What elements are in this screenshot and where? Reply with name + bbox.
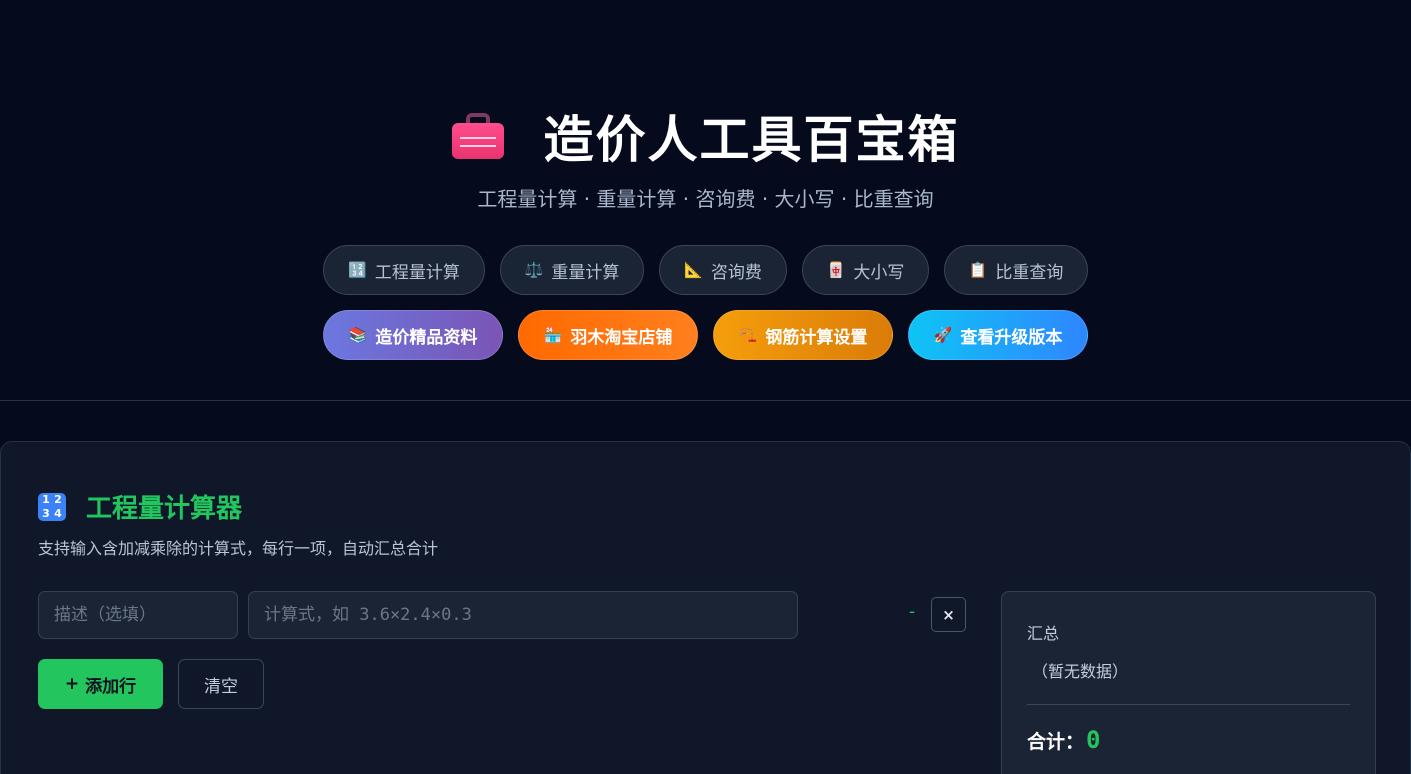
panel-title: 工程量计算器 [86,494,243,524]
scale-icon: ⚖️ [524,261,544,279]
promo-buttons: 📚 造价精品资料 🏪 羽木淘宝店铺 🏗️ 钢筋计算设置 🚀 查看升级版本 [0,310,1411,360]
button-label: 清空 [204,676,238,697]
summary-total: 合计： 0 [1027,726,1100,754]
header-divider [0,400,1411,401]
button-label: 羽木淘宝店铺 [570,327,673,348]
summary-card: 汇总 （暂无数据） 合计： 0 [1001,591,1376,774]
delete-row-button[interactable]: × [931,597,966,632]
button-label: 钢筋计算设置 [765,327,868,348]
upgrade-version-button[interactable]: 🚀 查看升级版本 [908,310,1088,360]
taobao-store-button[interactable]: 🏪 羽木淘宝店铺 [518,310,698,360]
summary-empty-text: （暂无数据） [1032,662,1129,681]
app-title: 造价人工具百宝箱 [543,110,960,169]
tab-quantity-calc[interactable]: 🔢 工程量计算 [323,245,485,295]
rebar-settings-button[interactable]: 🏗️ 钢筋计算设置 [713,310,893,360]
add-row-button[interactable]: + 添加行 [38,659,163,709]
tab-label: 大小写 [853,262,905,283]
books-icon: 📚 [348,326,368,344]
app-subtitle: 工程量计算 · 重量计算 · 咨询费 · 大小写 · 比重查询 [477,187,934,211]
title-row: 造价人工具百宝箱 [0,100,1411,172]
clipboard-icon: 📋 [968,261,988,279]
tab-consulting-fee[interactable]: 📐 咨询费 [659,245,787,295]
button-label: 添加行 [85,676,137,697]
summary-label: 汇总 [1027,624,1060,643]
formula-input[interactable] [248,591,798,639]
plus-icon: + [64,674,80,694]
numbers-icon: 12 34 [38,492,66,521]
mahjong-icon: 🀄 [826,261,846,279]
toolbox-icon [451,113,504,159]
quantity-calculator-panel: 12 34 工程量计算器 支持输入含加减乘除的计算式，每行一项，自动汇总合计 -… [0,441,1411,774]
panel-header: 12 34 工程量计算器 [38,488,242,525]
button-label: 查看升级版本 [960,327,1063,348]
total-label: 合计： [1027,731,1085,753]
tab-label: 重量计算 [551,262,620,283]
store-icon: 🏪 [543,326,563,344]
panel-description: 支持输入含加减乘除的计算式，每行一项，自动汇总合计 [38,539,439,558]
tab-weight-calc[interactable]: ⚖️ 重量计算 [500,245,644,295]
tab-density-lookup[interactable]: 📋 比重查询 [944,245,1088,295]
button-label: 造价精品资料 [375,327,478,348]
row-result: - [909,602,916,622]
premium-materials-button[interactable]: 📚 造价精品资料 [323,310,503,360]
summary-divider [1027,704,1350,705]
total-value: 0 [1086,726,1101,754]
tab-label: 比重查询 [995,262,1064,283]
tool-tabs: 🔢 工程量计算 ⚖️ 重量计算 📐 咨询费 🀄 大小写 📋 比重查询 [0,245,1411,295]
tab-uppercase[interactable]: 🀄 大小写 [802,245,929,295]
clear-button[interactable]: 清空 [178,659,264,709]
numbers-icon: 🔢 [348,261,367,279]
rocket-icon: 🚀 [933,326,953,344]
header: 造价人工具百宝箱 工程量计算 · 重量计算 · 咨询费 · 大小写 · 比重查询… [0,0,1411,400]
tab-label: 咨询费 [710,262,762,283]
close-icon: × [942,605,955,624]
construction-icon: 🏗️ [738,326,758,344]
description-input[interactable] [38,591,238,639]
ruler-icon: 📐 [684,261,703,279]
tab-label: 工程量计算 [374,262,460,283]
